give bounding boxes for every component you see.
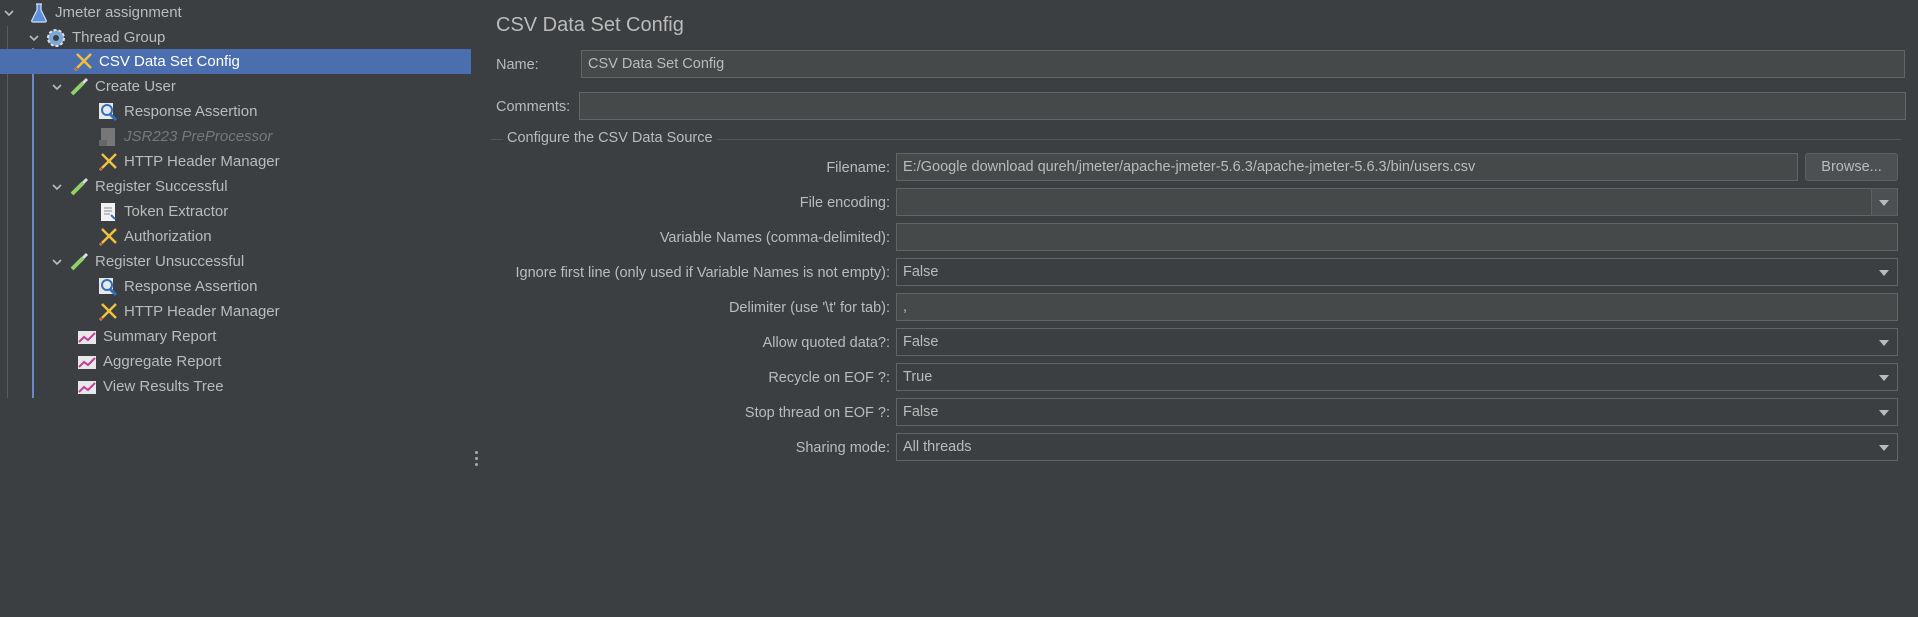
- chevron-down-icon: [1879, 410, 1889, 416]
- chevron-down-icon: [1879, 270, 1889, 276]
- allow-quoted-select[interactable]: False: [896, 328, 1898, 356]
- name-label: Name:: [496, 57, 539, 73]
- ignore-first-line-select[interactable]: False: [896, 258, 1898, 286]
- stop-thread-value: False: [903, 404, 939, 420]
- variable-names-field[interactable]: [896, 223, 1898, 251]
- tree-item-thread-group[interactable]: Thread Group: [0, 25, 471, 50]
- magnifier-icon: [99, 102, 118, 121]
- chevron-down-icon: [1879, 445, 1889, 451]
- wrench-screwdriver-icon: [99, 227, 117, 246]
- config-panel: CSV Data Set Config Name: CSV Data Set C…: [483, 0, 1918, 617]
- tree-item-http-header-manager[interactable]: HTTP Header Manager: [0, 299, 471, 324]
- chevron-down-icon: [1879, 340, 1889, 346]
- filename-field[interactable]: E:/Google download qureh/jmeter/apache-j…: [896, 153, 1798, 181]
- browse-button[interactable]: Browse...: [1805, 153, 1898, 181]
- tree-item-label: JSR223 PreProcessor: [124, 128, 273, 145]
- test-plan-tree[interactable]: Jmeter assignment Thread Group CSV Data …: [0, 0, 472, 617]
- recycle-eof-value: True: [903, 369, 933, 385]
- tree-item-label: Aggregate Report: [103, 353, 222, 370]
- wrench-screwdriver-icon: [99, 302, 117, 321]
- wrench-screwdriver-icon: [74, 52, 92, 71]
- gear-icon: [47, 28, 65, 47]
- tree-item-summary-report[interactable]: Summary Report: [0, 324, 471, 349]
- allow-quoted-value: False: [903, 334, 939, 350]
- pipette-icon: [70, 177, 89, 195]
- chevron-down-icon[interactable]: [52, 182, 62, 192]
- delimiter-field[interactable]: ,: [896, 293, 1898, 321]
- splitter-grip-dot: [475, 463, 478, 466]
- chevron-down-icon[interactable]: [4, 8, 14, 18]
- splitter-grip-dot: [475, 457, 478, 460]
- tree-item-label: Response Assertion: [124, 278, 258, 295]
- chevron-down-icon[interactable]: [29, 33, 39, 43]
- splitter-grip-dot: [475, 451, 478, 454]
- wrench-screwdriver-icon: [99, 152, 117, 171]
- tree-item-label: CSV Data Set Config: [99, 53, 240, 70]
- allow-quoted-label: Allow quoted data?:: [762, 335, 890, 351]
- tree-item-response-assertion[interactable]: Response Assertion: [0, 99, 471, 124]
- stop-thread-label: Stop thread on EOF ?:: [744, 405, 890, 421]
- pipette-icon: [70, 252, 89, 270]
- tree-item-label: Register Successful: [95, 178, 228, 195]
- chevron-down-icon: [1879, 200, 1889, 206]
- chevron-down-icon[interactable]: [52, 82, 62, 92]
- tree-item-label: Create User: [95, 78, 176, 95]
- tree-item-label: Jmeter assignment: [55, 4, 182, 21]
- tree-item-label: View Results Tree: [103, 378, 224, 395]
- document-icon: [101, 202, 116, 221]
- tree-item-label: Response Assertion: [124, 103, 258, 120]
- tree-item-csv-data-set-config[interactable]: CSV Data Set Config: [0, 49, 471, 74]
- ignore-first-line-value: False: [903, 264, 939, 280]
- ignore-first-line-label: Ignore first line (only used if Variable…: [515, 265, 890, 281]
- tree-item-authorization[interactable]: Authorization: [0, 224, 471, 249]
- tree-item-label: HTTP Header Manager: [124, 303, 280, 320]
- stop-thread-select[interactable]: False: [896, 398, 1898, 426]
- panel-splitter[interactable]: [471, 0, 483, 617]
- script-icon: [99, 127, 115, 146]
- pipette-icon: [70, 77, 89, 95]
- chart-icon: [78, 380, 96, 394]
- tree-item-label: Register Unsuccessful: [95, 253, 245, 270]
- tree-item-label: Thread Group: [72, 29, 166, 46]
- tree-item-label: Token Extractor: [124, 203, 229, 220]
- chart-icon: [78, 355, 96, 369]
- chevron-down-icon: [1879, 375, 1889, 381]
- flask-icon: [31, 2, 47, 23]
- tree-item-response-assertion[interactable]: Response Assertion: [0, 274, 471, 299]
- variable-names-label: Variable Names (comma-delimited):: [659, 230, 890, 246]
- magnifier-icon: [99, 277, 118, 296]
- tree-item-label: Authorization: [124, 228, 212, 245]
- recycle-eof-label: Recycle on EOF ?:: [768, 370, 890, 386]
- tree-item-create-user[interactable]: Create User: [0, 74, 471, 99]
- filename-label: Filename:: [826, 160, 890, 176]
- sharing-mode-label: Sharing mode:: [795, 440, 890, 456]
- tree-item-http-header-manager[interactable]: HTTP Header Manager: [0, 149, 471, 174]
- tree-item-jsr223-preprocessor[interactable]: JSR223 PreProcessor: [0, 124, 471, 149]
- sharing-mode-select[interactable]: All threads: [896, 433, 1898, 461]
- file-encoding-dropdown-button[interactable]: [1871, 188, 1898, 216]
- comments-label: Comments:: [496, 99, 571, 115]
- sharing-mode-value: All threads: [903, 439, 972, 455]
- name-field[interactable]: CSV Data Set Config: [581, 50, 1905, 78]
- delimiter-label: Delimiter (use '\t' for tab):: [728, 300, 890, 316]
- file-encoding-field[interactable]: [896, 188, 1898, 216]
- file-encoding-label: File encoding:: [799, 195, 890, 211]
- tree-item-register-successful[interactable]: Register Successful: [0, 174, 471, 199]
- chevron-down-icon[interactable]: [52, 257, 62, 267]
- chart-icon: [78, 330, 96, 344]
- tree-item-aggregate-report[interactable]: Aggregate Report: [0, 349, 471, 374]
- tree-item-register-unsuccessful[interactable]: Register Unsuccessful: [0, 249, 471, 274]
- tree-item-token-extractor[interactable]: Token Extractor: [0, 199, 471, 224]
- tree-item-label: Summary Report: [103, 328, 217, 345]
- group-title: Configure the CSV Data Source: [503, 130, 717, 146]
- page-title: CSV Data Set Config: [496, 14, 684, 36]
- tree-item-jmeter-assignment[interactable]: Jmeter assignment: [0, 0, 471, 25]
- tree-item-label: HTTP Header Manager: [124, 153, 280, 170]
- tree-item-view-results-tree[interactable]: View Results Tree: [0, 374, 471, 399]
- comments-field[interactable]: [579, 92, 1906, 120]
- recycle-eof-select[interactable]: True: [896, 363, 1898, 391]
